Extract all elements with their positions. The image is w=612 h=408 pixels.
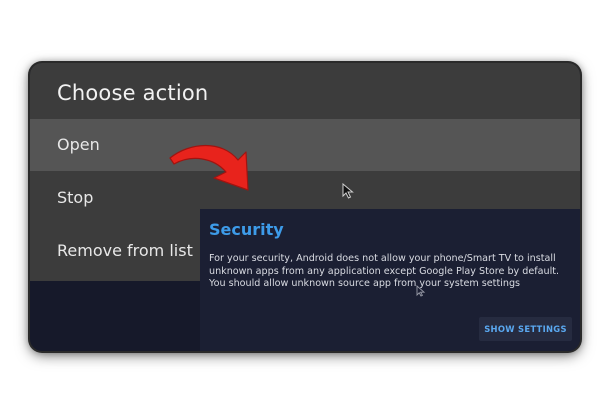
dialog-message: For your security, Android does not allo…	[209, 253, 571, 291]
mouse-pointer-icon	[342, 183, 354, 199]
dialog-title: Security	[209, 220, 284, 239]
menu-title: Choose action	[57, 81, 209, 105]
red-arrow-icon	[169, 144, 249, 191]
security-dialog: Security For your security, Android does…	[200, 209, 580, 351]
tv-screen: Choose action Open Stop Remove from list…	[30, 63, 580, 351]
show-settings-button[interactable]: SHOW SETTINGS	[479, 317, 572, 341]
menu-item-open[interactable]: Open	[30, 119, 580, 171]
dialog-message-line: For your security, Android does not allo…	[209, 253, 560, 277]
screenshot-stage: Choose action Open Stop Remove from list…	[0, 0, 612, 408]
dialog-message-line: You should allow unknown source app from…	[209, 278, 521, 289]
mouse-pointer-icon	[416, 285, 426, 297]
